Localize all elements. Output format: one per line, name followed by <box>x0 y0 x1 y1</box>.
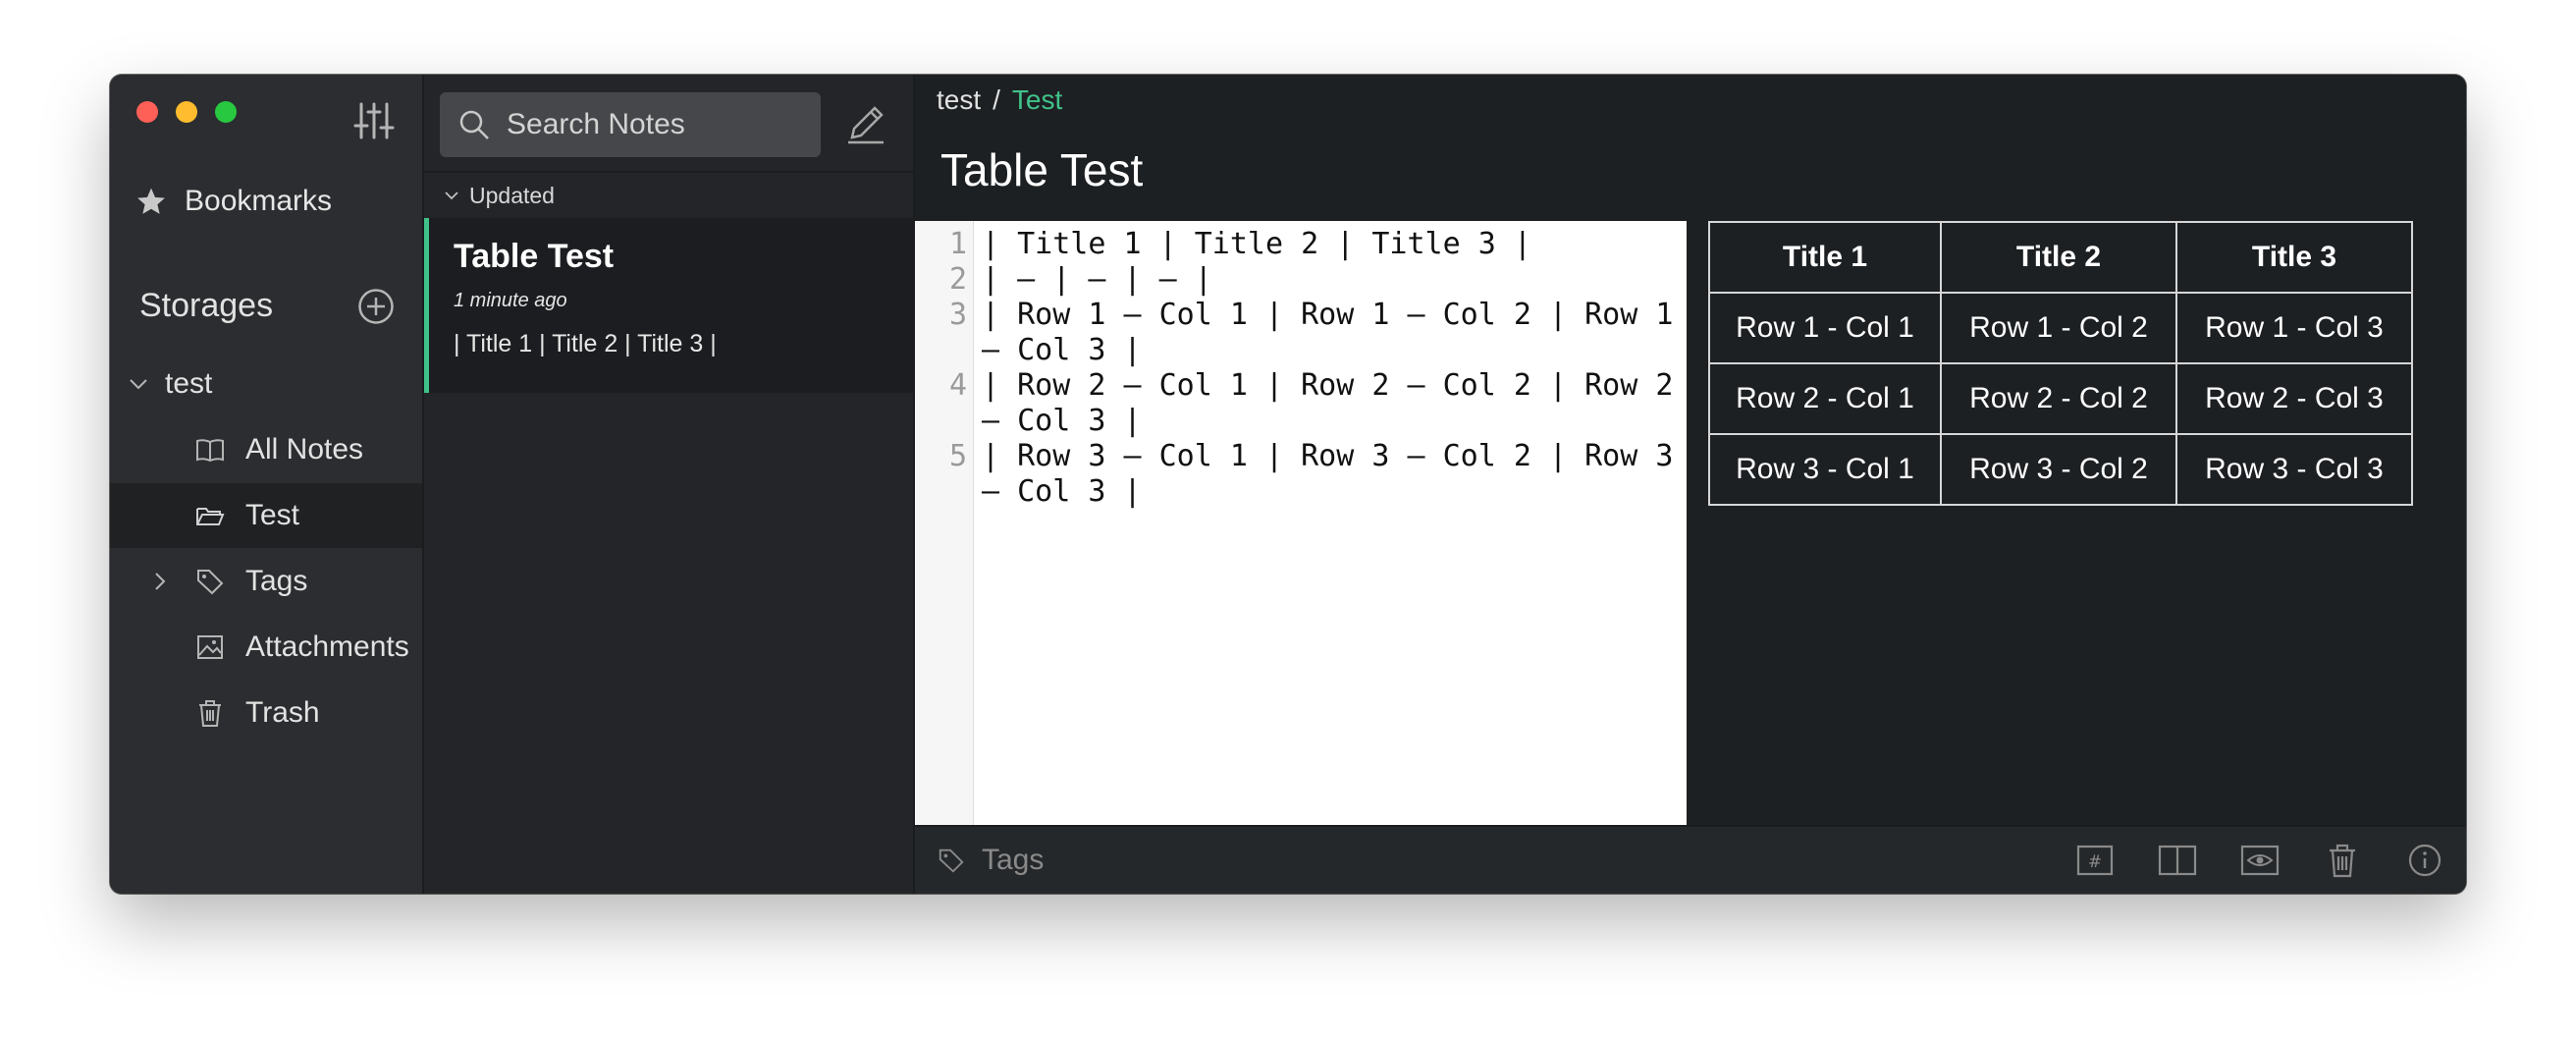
table-cell: Row 2 - Col 3 <box>2175 362 2413 435</box>
storage-label: test <box>165 367 213 400</box>
code-line: | Row 2 – Col 1 | Row 2 – Col 2 | Row 2 … <box>982 368 1691 438</box>
table-cell: Row 2 - Col 1 <box>1708 362 1942 435</box>
table-cell: Row 2 - Col 2 <box>1940 362 2177 435</box>
tags-input[interactable] <box>980 843 1376 878</box>
sidebar-item-all-notes[interactable]: All Notes <box>110 417 422 482</box>
code-line: | – | – | – | <box>982 262 1212 297</box>
storages-title: Storages <box>139 287 274 324</box>
line-number: 4 <box>948 368 967 403</box>
table-header-cell: Title 3 <box>2175 221 2413 294</box>
table-header-row: Title 1 Title 2 Title 3 <box>1708 221 2413 294</box>
table-header-cell: Title 2 <box>1940 221 2177 294</box>
eye-icon <box>2240 845 2280 876</box>
sidebar-item-label: All Notes <box>245 433 364 466</box>
table-cell: Row 1 - Col 3 <box>2175 292 2413 364</box>
tag-icon <box>197 570 224 595</box>
zoom-window-button[interactable] <box>215 101 237 123</box>
note-title: Table Test <box>454 238 615 275</box>
note-preview: | Title 1 | Title 2 | Title 3 | <box>454 330 717 357</box>
search-box[interactable] <box>440 92 821 157</box>
image-icon <box>197 635 223 659</box>
minimize-window-button[interactable] <box>176 101 197 123</box>
sort-label: Updated <box>469 182 555 208</box>
bottom-toolbar: # <box>915 825 2466 894</box>
line-number: 5 <box>948 439 967 473</box>
editor-code[interactable]: | Title 1 | Title 2 | Title 3 | | – | – … <box>974 221 1681 826</box>
chevron-right-icon[interactable] <box>149 571 171 592</box>
note-list: Updated Table Test 1 minute ago | Title … <box>424 75 915 894</box>
sliders-icon[interactable] <box>353 100 395 141</box>
sidebar-item-label: Trash <box>245 696 320 729</box>
preview-button[interactable] <box>2240 841 2280 880</box>
code-line: | Title 1 | Title 2 | Title 3 | <box>982 227 1531 261</box>
table-header-cell: Title 1 <box>1708 221 1942 294</box>
sidebar-item-test-folder[interactable]: Test <box>110 483 422 548</box>
sidebar-item-label: Test <box>245 499 300 531</box>
chevron-down-icon[interactable] <box>128 373 149 395</box>
table-row: Row 2 - Col 1 Row 2 - Col 2 Row 2 - Col … <box>1708 362 2413 435</box>
hashtag-button[interactable]: # <box>2075 841 2115 880</box>
sidebar-item-tags[interactable]: Tags <box>110 549 422 614</box>
hashtag-icon: # <box>2076 845 2114 876</box>
search-input[interactable] <box>505 107 803 142</box>
bookmarks-item[interactable]: Bookmarks <box>135 185 332 218</box>
sidebar-item-label: Attachments <box>245 630 409 663</box>
sidebar-item-label: Tags <box>245 565 308 597</box>
window-controls <box>136 101 237 123</box>
markdown-preview: Title 1 Title 2 Title 3 Row 1 - Col 1 Ro… <box>1708 221 2413 506</box>
pencil-icon[interactable] <box>844 102 887 145</box>
preview-table: Title 1 Title 2 Title 3 Row 1 - Col 1 Ro… <box>1708 221 2413 506</box>
note-detail: test / Test Table Test 1 2 3 4 5 | Title… <box>915 75 2466 894</box>
code-line: | Row 1 – Col 1 | Row 1 – Col 2 | Row 1 … <box>982 298 1691 367</box>
sidebar: Bookmarks Storages test All Notes Test T… <box>110 75 424 894</box>
line-number-gutter: 1 2 3 4 5 <box>915 221 974 826</box>
plus-circle-icon[interactable] <box>357 288 395 325</box>
breadcrumb-separator: / <box>993 84 1000 115</box>
note-timestamp: 1 minute ago <box>454 290 567 311</box>
code-line: | Row 3 – Col 1 | Row 3 – Col 2 | Row 3 … <box>982 439 1691 509</box>
breadcrumb: test / Test <box>937 84 1062 116</box>
sidebar-item-trash[interactable]: Trash <box>110 681 422 745</box>
table-cell: Row 3 - Col 2 <box>1940 433 2177 506</box>
tag-icon <box>939 849 964 873</box>
note-list-item[interactable]: Table Test 1 minute ago | Title 1 | Titl… <box>424 218 913 393</box>
info-button[interactable] <box>2405 841 2444 880</box>
table-row: Row 1 - Col 1 Row 1 - Col 2 Row 1 - Col … <box>1708 292 2413 364</box>
table-cell: Row 3 - Col 1 <box>1708 433 1942 506</box>
table-row: Row 3 - Col 1 Row 3 - Col 2 Row 3 - Col … <box>1708 433 2413 506</box>
sort-dropdown[interactable]: Updated <box>424 171 913 218</box>
trash-icon <box>199 700 221 727</box>
star-icon <box>137 188 165 214</box>
line-number: 1 <box>948 227 967 261</box>
breadcrumb-storage[interactable]: test <box>937 84 981 116</box>
delete-note-button[interactable] <box>2323 841 2362 880</box>
table-cell: Row 1 - Col 2 <box>1940 292 2177 364</box>
storage-item-test[interactable]: test <box>110 352 422 416</box>
toolbar-icons: # <box>2075 841 2444 880</box>
search-icon <box>459 110 489 139</box>
split-view-button[interactable] <box>2158 841 2197 880</box>
trash-icon <box>2330 844 2355 878</box>
app-window: Bookmarks Storages test All Notes Test T… <box>110 75 2466 894</box>
sidebar-item-attachments[interactable]: Attachments <box>110 615 422 680</box>
note-title-heading[interactable]: Table Test <box>940 143 1143 196</box>
table-cell: Row 3 - Col 3 <box>2175 433 2413 506</box>
info-icon <box>2408 844 2442 877</box>
folder-open-icon <box>196 508 225 525</box>
book-icon <box>196 439 224 463</box>
table-cell: Row 1 - Col 1 <box>1708 292 1942 364</box>
split-view-icon <box>2158 845 2197 876</box>
markdown-editor[interactable]: 1 2 3 4 5 | Title 1 | Title 2 | Title 3 … <box>915 221 1687 826</box>
close-window-button[interactable] <box>136 101 158 123</box>
breadcrumb-folder[interactable]: Test <box>1012 84 1062 116</box>
bookmarks-label: Bookmarks <box>185 185 333 217</box>
svg-text:#: # <box>2088 852 2102 872</box>
line-number: 3 <box>948 298 967 332</box>
storages-header: Storages <box>139 287 395 325</box>
line-number: 2 <box>948 262 967 297</box>
chevron-down-icon <box>445 192 458 200</box>
